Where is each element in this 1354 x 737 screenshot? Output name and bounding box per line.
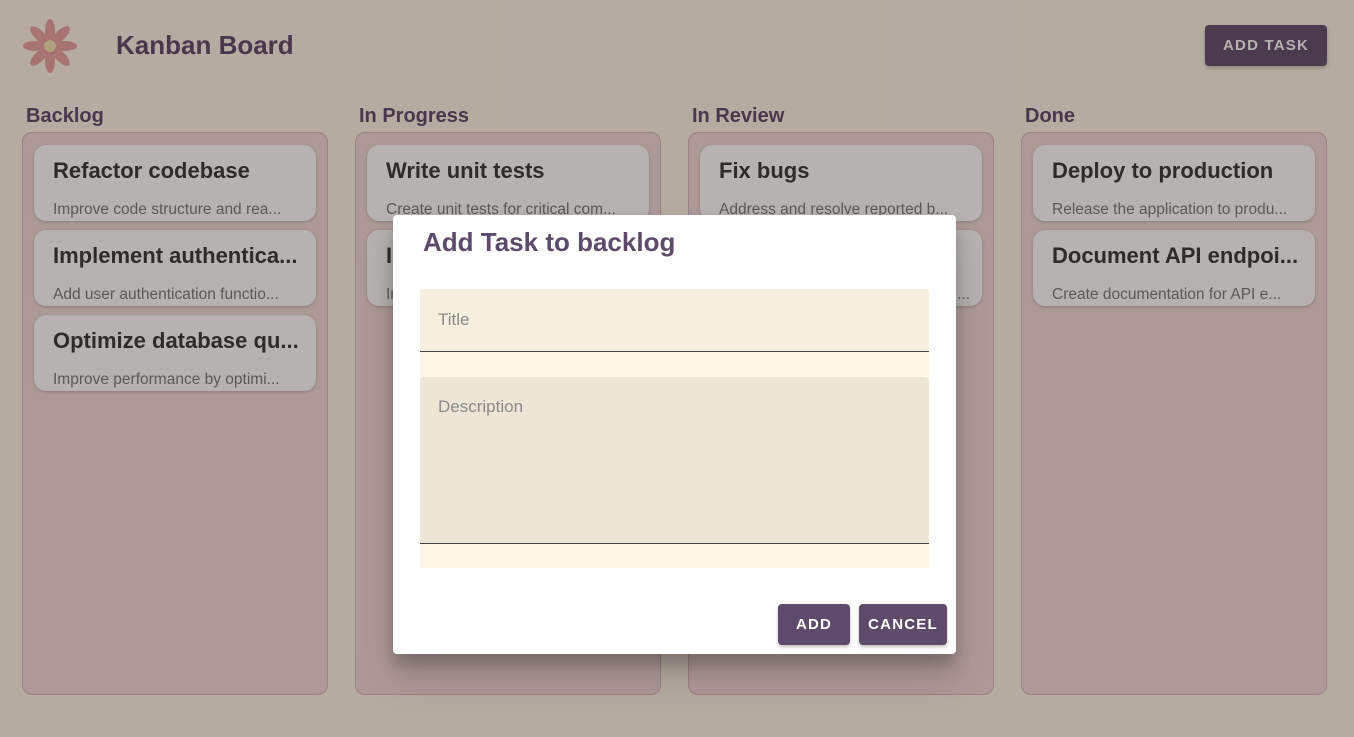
description-field-container <box>420 377 929 568</box>
dialog-title: Add Task to backlog <box>423 227 676 257</box>
kanban-app: Kanban Board ADD TASK Backlog Refactor c… <box>0 0 1354 737</box>
add-task-dialog: Add Task to backlog ADD CANCEL <box>393 215 956 654</box>
title-input[interactable] <box>420 289 929 352</box>
cancel-button[interactable]: CANCEL <box>859 604 947 645</box>
description-input[interactable] <box>420 377 929 544</box>
add-button[interactable]: ADD <box>778 604 850 645</box>
title-field-container <box>420 289 929 377</box>
